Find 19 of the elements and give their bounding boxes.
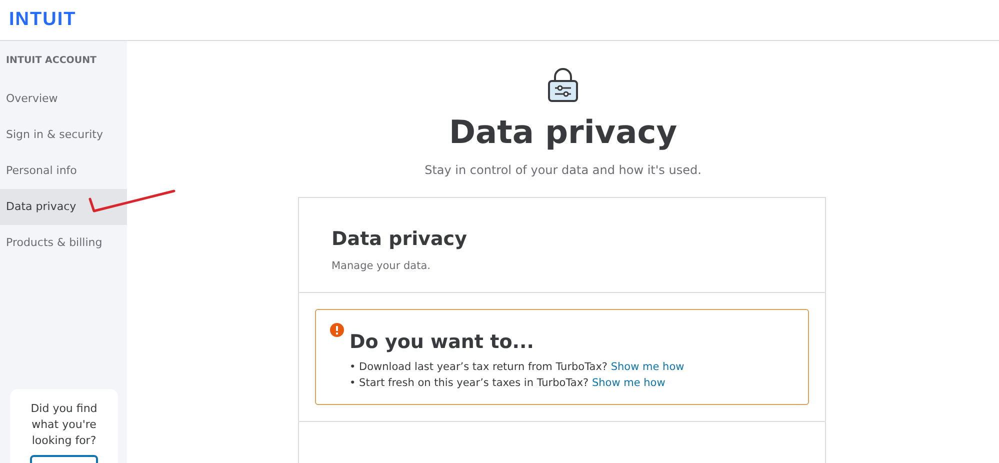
card-title: Data privacy [332,228,468,250]
page-subtitle: Stay in control of your data and how it's used. [424,163,702,177]
lock-icon [546,67,580,103]
sidebar-item[interactable]: Overview [0,81,127,117]
show-me-how-link[interactable]: Show me how [592,377,666,389]
warning-icon [330,323,344,337]
logo[interactable]: INTUIT [9,9,76,31]
alert-item: • Start fresh on this year’s taxes in TurboTax? Show me how [350,376,666,391]
alert-title: Do you want to... [350,331,535,353]
show-me-how-link[interactable]: Show me how [610,361,684,373]
sidebar-item[interactable]: Data privacy [0,189,127,225]
sidebar-item[interactable]: Products & billing [0,225,127,261]
sidebar-item[interactable]: Sign in & security [0,117,127,153]
page-title: Data privacy [448,113,678,151]
feedback-question: Did you find what you're looking for? [30,401,98,449]
sidebar-heading: INTUIT ACCOUNT [5,55,98,68]
sidebar-item[interactable]: Personal info [0,153,127,189]
alert-item: • Download last year’s tax return from TurboTax? Show me how [350,360,684,375]
card-subtitle: Manage your data. [332,260,432,272]
